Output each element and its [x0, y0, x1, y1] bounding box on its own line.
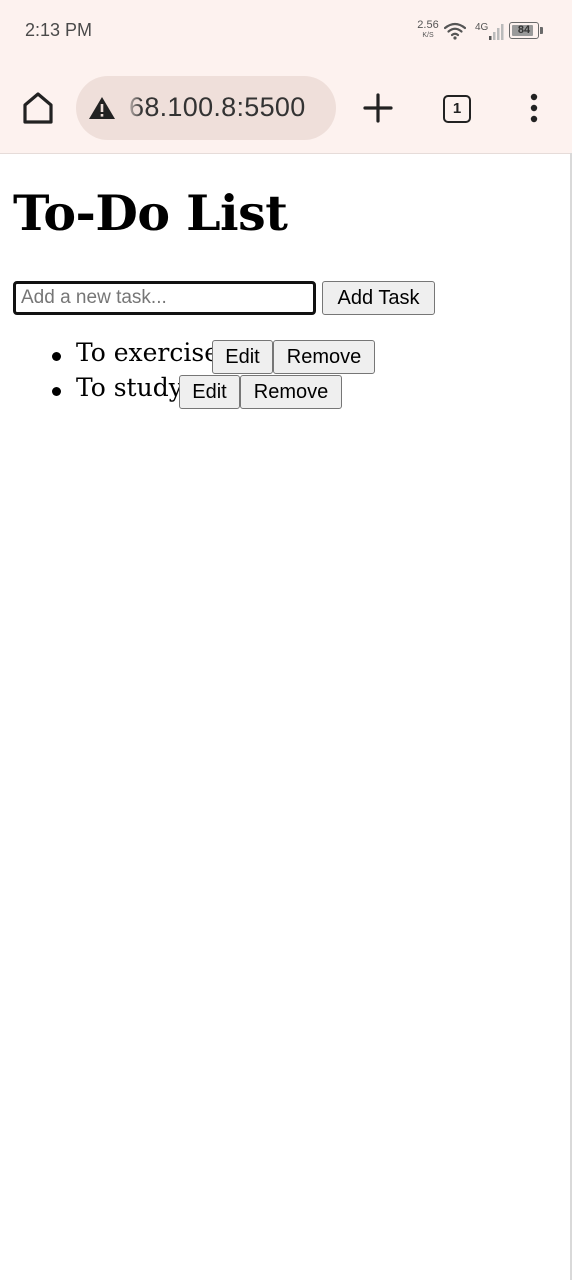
bullet-icon: [52, 387, 61, 396]
network-type-label: 4G: [475, 22, 489, 33]
add-task-button[interactable]: Add Task: [322, 281, 435, 315]
battery-tip: [540, 27, 543, 34]
network-speed-unit: K/S: [422, 32, 434, 39]
wifi-icon: [443, 22, 467, 45]
edit-task-button[interactable]: Edit: [212, 340, 273, 374]
status-time: 2:13 PM: [25, 20, 93, 40]
network-speed: 2.56 K/S: [414, 19, 442, 40]
browser-toolbar: 68.100.8:5500 1: [0, 64, 572, 153]
task-text: To study: [76, 373, 183, 402]
more-vert-icon[interactable]: [524, 92, 544, 124]
plus-icon[interactable]: [362, 92, 394, 124]
remove-task-button[interactable]: Remove: [273, 340, 375, 374]
remove-task-button[interactable]: Remove: [240, 375, 342, 409]
network-speed-value: 2.56: [417, 19, 439, 31]
battery-percent: 84: [517, 24, 531, 36]
battery-icon: 84: [509, 22, 539, 39]
warning-icon[interactable]: [88, 96, 116, 125]
home-icon[interactable]: [20, 90, 56, 126]
tabs-icon[interactable]: 1: [443, 95, 471, 123]
url-fade: [124, 76, 142, 140]
new-task-input[interactable]: [13, 281, 316, 315]
status-bar: 2:13 PM 2.56 K/S 4G 84: [0, 0, 572, 64]
url-text[interactable]: 68.100.8:5500: [129, 92, 329, 123]
edit-task-button[interactable]: Edit: [179, 375, 240, 409]
address-bar[interactable]: 68.100.8:5500: [76, 76, 336, 140]
signal-icon: 4G: [474, 20, 508, 47]
page-title: To-Do List: [13, 184, 288, 242]
browser-chrome: 2:13 PM 2.56 K/S 4G 84 68.100.8:5500 1: [0, 0, 572, 154]
task-text: To exercise: [76, 338, 219, 367]
tab-count: 1: [452, 100, 462, 117]
bullet-icon: [52, 352, 61, 361]
